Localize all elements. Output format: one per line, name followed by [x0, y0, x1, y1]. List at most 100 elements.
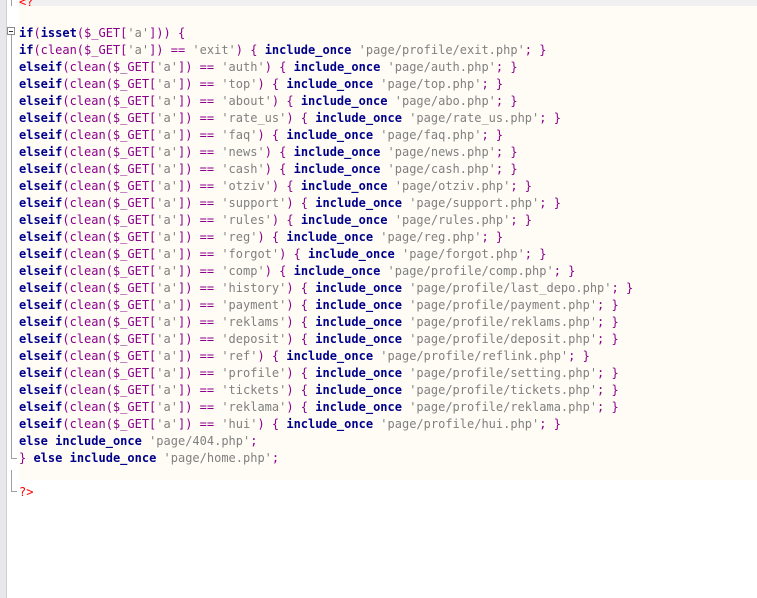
code-line-open-tag: <?	[19, 0, 33, 11]
string-literal: 'top'	[221, 77, 258, 91]
brace: ) {	[286, 111, 316, 125]
code-line-elseif: elseif(clean($_GET['a']) == 'rate_us') {…	[19, 110, 561, 127]
call: (clean($_GET[	[62, 179, 157, 193]
operator: ]) ==	[177, 196, 222, 210]
code-line-elseif: elseif(clean($_GET['a']) == 'rules') { i…	[19, 212, 532, 229]
keyword: elseif	[19, 349, 63, 363]
operator: ]) ==	[177, 94, 222, 108]
terminator: ;	[271, 451, 280, 465]
string-literal: 'deposit'	[221, 332, 287, 346]
terminator: ; }	[481, 230, 504, 244]
terminator: ; }	[495, 145, 518, 159]
keyword: elseif	[19, 111, 63, 125]
keyword: elseif	[19, 60, 63, 74]
code-line-elseif: elseif(clean($_GET['a']) == 'tickets') {…	[19, 382, 619, 399]
string-literal: 'page/profile/deposit.php'	[409, 332, 598, 346]
php-open-tag: <?	[19, 0, 34, 9]
brace: ) {	[286, 366, 316, 380]
call: (clean($_GET[	[62, 332, 157, 346]
terminator: ; }	[597, 332, 619, 346]
string-literal: 'page/profile/comp.php'	[387, 264, 554, 278]
keyword: elseif	[19, 179, 63, 193]
string-literal: 'a'	[156, 128, 178, 142]
string-literal: 'page/profile/payment.php'	[409, 298, 598, 312]
string-literal: 'reklams'	[221, 315, 287, 329]
terminator: ; }	[539, 196, 561, 210]
terminator: ; }	[597, 298, 619, 312]
call: (clean($_GET[	[62, 247, 157, 261]
string-literal: 'page/rules.php'	[394, 213, 511, 227]
string-literal: 'a'	[127, 26, 150, 40]
call: (clean($_GET[	[62, 366, 157, 380]
keyword: elseif	[19, 230, 63, 244]
operator: ]) ==	[177, 366, 222, 380]
keyword: include_once	[300, 179, 388, 193]
keyword: include_once	[293, 264, 381, 278]
call: (clean($_GET[	[62, 383, 157, 397]
keyword: include_once	[315, 383, 402, 397]
string-literal: 'payment'	[221, 298, 287, 312]
string-literal: 'otziv'	[221, 179, 272, 193]
string-literal: 'page/news.php'	[387, 145, 496, 159]
call: (clean($_GET[	[62, 417, 157, 431]
brace: ) {	[271, 213, 301, 227]
call: (clean($_GET[	[62, 349, 157, 363]
terminator: ; }	[611, 281, 634, 295]
code-line-elseif: elseif(clean($_GET['a']) == 'support') {…	[19, 195, 561, 212]
operator: ]) ==	[177, 400, 222, 414]
keyword: elseif	[19, 196, 63, 210]
terminator: ; }	[495, 60, 518, 74]
code-editor[interactable]: <? if(isset($_GET['a'])) { if(clean($_GE…	[19, 0, 757, 598]
argument: ($_GET[	[76, 26, 128, 40]
string-literal: 'cash'	[221, 162, 265, 176]
terminator: ; }	[553, 264, 576, 278]
brace: ) {	[271, 94, 301, 108]
string-literal: 'a'	[127, 43, 150, 57]
keyword: elseif	[19, 77, 63, 91]
brace: ) {	[286, 298, 316, 312]
string-literal: 'a'	[156, 111, 178, 125]
code-line-if-exit: if(clean($_GET['a']) == 'exit') { includ…	[19, 42, 546, 59]
operator: ]) ==	[177, 77, 222, 91]
keyword: elseif	[19, 145, 63, 159]
brace: ) {	[264, 264, 294, 278]
operator: ]) ==	[177, 349, 222, 363]
terminator: ;	[250, 434, 258, 448]
fold-end-tick-bottom	[11, 491, 17, 492]
string-literal: 'a'	[156, 196, 178, 210]
brace: ) {	[279, 247, 309, 261]
call: (clean($_GET[	[62, 128, 157, 142]
string-literal: 'rules'	[221, 213, 272, 227]
brace: ) {	[257, 417, 287, 431]
string-literal: 'ref'	[221, 349, 258, 363]
brace: ) {	[257, 349, 287, 363]
string-literal: 'page/top.php'	[380, 77, 482, 91]
call: (clean($_GET[	[62, 94, 157, 108]
call: (clean($_GET[	[33, 43, 128, 57]
code-line-elseif: elseif(clean($_GET['a']) == 'reklama') {…	[19, 399, 619, 416]
code-line-elseif: elseif(clean($_GET['a']) == 'auth') { in…	[19, 59, 518, 76]
operator: ]) ==	[177, 179, 222, 193]
keyword: elseif	[19, 298, 63, 312]
fold-toggle-icon[interactable]	[7, 27, 15, 35]
code-line-elseif: elseif(clean($_GET['a']) == 'hui') { inc…	[19, 416, 561, 433]
string-literal: 'page/otziv.php'	[394, 179, 511, 193]
string-literal: 'history'	[221, 281, 287, 295]
call: (clean($_GET[	[62, 60, 157, 74]
keyword: elseif	[19, 94, 63, 108]
code-line-elseif: elseif(clean($_GET['a']) == 'forgot') { …	[19, 246, 546, 263]
code-line-elseif: elseif(clean($_GET['a']) == 'ref') { inc…	[19, 348, 590, 365]
string-literal: 'page/forgot.php'	[401, 247, 525, 261]
call: (clean($_GET[	[62, 162, 157, 176]
keyword: include_once	[315, 281, 402, 295]
terminator: ; }	[597, 400, 619, 414]
string-literal: 'about'	[221, 94, 272, 108]
terminator: ; }	[568, 349, 590, 363]
string-literal: 'page/cash.php'	[387, 162, 496, 176]
terminator: ; }	[524, 247, 547, 261]
string-literal: 'a'	[156, 315, 178, 329]
string-literal: 'reklama'	[221, 400, 287, 414]
string-literal: 'a'	[156, 94, 178, 108]
